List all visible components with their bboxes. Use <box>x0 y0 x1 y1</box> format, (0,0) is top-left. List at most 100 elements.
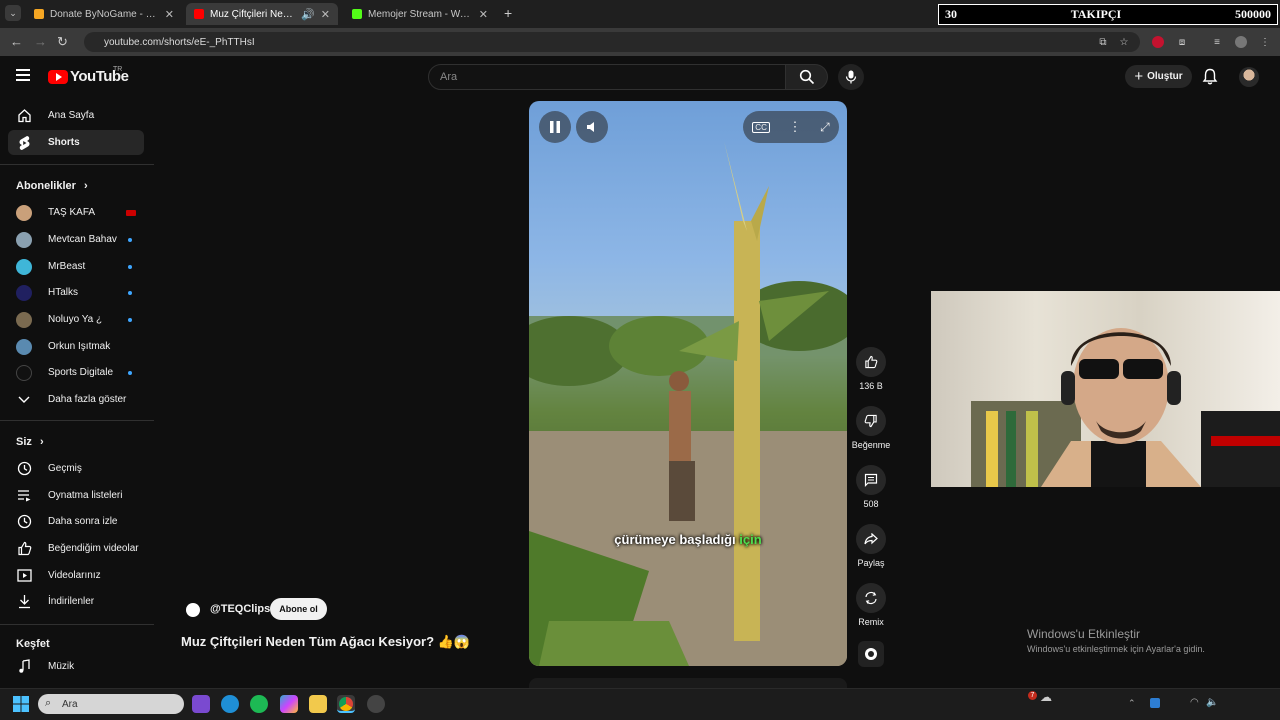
notifications-bell-icon[interactable] <box>1202 68 1218 90</box>
playlists-icon <box>16 488 32 504</box>
sidebar-item-shorts[interactable]: Shorts <box>8 130 144 155</box>
weather-widget[interactable]: ☁ 7 <box>1028 690 1052 704</box>
voice-search-button[interactable] <box>838 64 864 90</box>
sound-source-avatar[interactable] <box>858 641 884 667</box>
comments-button[interactable]: 508 <box>851 465 891 509</box>
menu-icon[interactable] <box>16 69 30 84</box>
follower-label: TAKIPÇI <box>1070 7 1122 21</box>
tray-app-icon[interactable] <box>1150 698 1160 708</box>
channel-logo-icon[interactable] <box>186 603 200 617</box>
fullscreen-icon[interactable]: ⤢ <box>820 120 830 135</box>
extensions-puzzle-icon[interactable]: ⧈ <box>1176 36 1188 48</box>
profile-avatar[interactable] <box>1235 36 1247 48</box>
sidebar-item-channel[interactable]: TAŞ KAFA <box>8 200 144 225</box>
obs-icon[interactable] <box>367 695 385 713</box>
sidebar-item-channel[interactable]: Orkun Işıtmak <box>8 334 144 359</box>
copilot-icon[interactable] <box>280 695 298 713</box>
create-button[interactable]: + Oluştur <box>1125 65 1192 88</box>
remix-label: Remix <box>858 617 884 627</box>
volume-icon <box>587 122 594 132</box>
your-videos-icon <box>16 568 32 584</box>
sidebar-item-channel[interactable]: MrBeast <box>8 254 144 279</box>
sidebar-item-channel[interactable]: Noluyo Ya ¿ <box>8 307 144 332</box>
tab-close-icon[interactable]: ✕ <box>321 8 330 21</box>
captions-icon[interactable]: CC <box>752 121 770 133</box>
browser-tab-active[interactable]: Muz Çiftçileri Neden Tüm Ağ 🔊 ✕ <box>186 3 338 25</box>
sidebar-item-label: İndirilenler <box>48 596 95 607</box>
sidebar-item-channel[interactable]: Mevtcan Bahav <box>8 227 144 252</box>
more-options-icon[interactable]: ⋮ <box>788 119 801 135</box>
shorts-icon <box>16 135 32 151</box>
sidebar-item-channel[interactable]: Sports Digitale <box>8 360 144 385</box>
wifi-icon[interactable]: ◠ <box>1190 697 1199 708</box>
forward-icon[interactable]: → <box>34 34 47 49</box>
sidebar-item-downloads[interactable]: İndirilenler <box>8 589 144 614</box>
like-button[interactable]: 136 B <box>851 347 891 391</box>
taskbar-search[interactable]: ⌕ Ara <box>38 694 184 714</box>
extension-icon[interactable] <box>1152 36 1164 48</box>
sidebar-item-watch-later[interactable]: Daha sonra izle <box>8 509 144 534</box>
reload-icon[interactable]: ↻ <box>57 34 68 50</box>
sidebar-item-playlists[interactable]: Oynatma listeleri <box>8 483 144 508</box>
comment-count: 508 <box>863 499 879 509</box>
tab-close-icon[interactable]: ✕ <box>165 8 174 21</box>
share-icon <box>856 524 886 554</box>
account-avatar[interactable] <box>1239 67 1259 87</box>
short-video-player[interactable] <box>529 101 847 666</box>
follower-current: 30 <box>945 7 957 21</box>
tab-audio-icon[interactable]: 🔊 <box>301 8 315 21</box>
reading-list-icon[interactable]: ≡ <box>1211 36 1223 48</box>
taskbar-search-placeholder: Ara <box>62 698 78 710</box>
edge-browser-icon[interactable] <box>221 695 239 713</box>
pause-button[interactable] <box>539 111 571 143</box>
tab-list-button[interactable]: ⌄ <box>5 5 21 21</box>
channel-handle[interactable]: @TEQClips <box>210 603 270 615</box>
subscribe-button[interactable]: Abone ol <box>270 598 327 620</box>
tab-close-icon[interactable]: ✕ <box>479 8 488 21</box>
back-icon[interactable]: ← <box>10 34 23 49</box>
sidebar-show-more[interactable]: Daha fazla göster <box>8 387 144 412</box>
taskbar-app-icon[interactable] <box>192 695 210 713</box>
short-title[interactable]: Muz Çiftçileri Neden Tüm Ağacı Kesiyor? … <box>181 634 470 650</box>
volume-button[interactable] <box>576 111 608 143</box>
share-button[interactable]: Paylaş <box>851 524 891 568</box>
speaker-icon[interactable]: 🔈 <box>1206 697 1218 708</box>
watch-later-icon <box>16 514 32 530</box>
file-explorer-icon[interactable] <box>309 695 327 713</box>
spotify-icon[interactable] <box>250 695 268 713</box>
chrome-icon[interactable] <box>337 695 355 713</box>
browser-menu-icon[interactable]: ⋮ <box>1259 36 1271 48</box>
sidebar-item-home[interactable]: Ana Sayfa <box>8 103 144 128</box>
chevron-right-icon: › <box>83 180 88 192</box>
share-label: Paylaş <box>857 558 885 568</box>
sidebar-item-label: Müzik <box>48 661 75 672</box>
tab-title: Memojer Stream - Watch Live <box>368 8 473 20</box>
tray-chevron-icon[interactable]: ⌃ <box>1128 698 1136 709</box>
video-top-controls: CC ⋮ ⤢ <box>743 111 839 143</box>
new-content-dot <box>128 291 132 295</box>
weather-cloud-icon: ☁ <box>1040 690 1052 704</box>
subscriptions-heading[interactable]: Abonelikler › <box>16 180 88 192</box>
channel-avatar <box>16 231 32 248</box>
sidebar-item-liked[interactable]: Beğendiğim videolar <box>8 536 144 561</box>
install-app-icon[interactable]: ⧉ <box>1097 36 1109 48</box>
search-input[interactable]: Ara <box>428 64 786 90</box>
browser-tab[interactable]: Donate ByNoGame - Streamer ✕ <box>26 3 182 25</box>
sidebar-item-channel[interactable]: HTalks <box>8 280 144 305</box>
new-tab-button[interactable]: + <box>504 5 512 21</box>
youtube-logo-icon[interactable] <box>48 70 68 84</box>
address-bar[interactable]: youtube.com/shorts/eE-_PhTTHsI <box>84 32 1140 52</box>
webcam-overlay <box>931 291 1280 487</box>
you-heading[interactable]: Siz › <box>16 436 44 448</box>
bookmark-star-icon[interactable]: ☆ <box>1118 36 1130 48</box>
sidebar-item-music[interactable]: Müzik <box>8 654 144 679</box>
browser-tab[interactable]: Memojer Stream - Watch Live ✕ <box>344 3 496 25</box>
next-short-preview[interactable] <box>529 678 847 688</box>
sidebar-item-history[interactable]: Geçmiş <box>8 456 144 481</box>
windows-start-icon[interactable] <box>13 696 29 717</box>
remix-button[interactable]: Remix <box>851 583 891 627</box>
dislike-button[interactable]: Beğenme <box>851 406 891 450</box>
explore-title: Keşfet <box>16 638 50 650</box>
sidebar-item-your-videos[interactable]: Videolarınız <box>8 563 144 588</box>
search-button[interactable] <box>786 64 828 90</box>
